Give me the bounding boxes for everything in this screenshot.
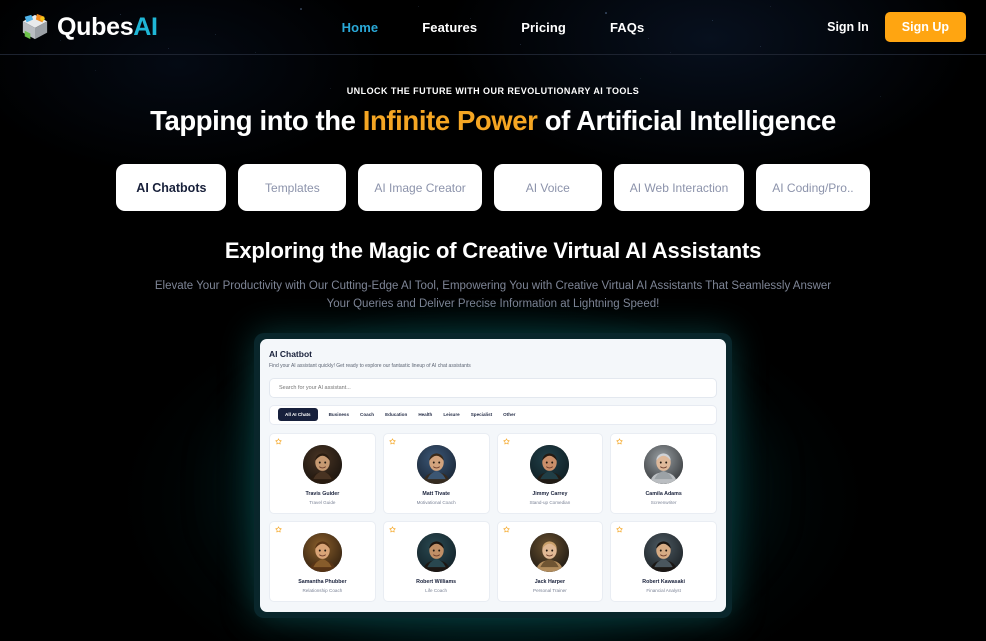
section-subtitle: Elevate Your Productivity with Our Cutti… <box>154 280 832 311</box>
headline-part-1: Tapping into the <box>150 105 363 136</box>
tab-ai-coding[interactable]: AI Coding/Pro.. <box>756 164 870 211</box>
assistant-name: Robert Kawasaki <box>642 578 685 585</box>
brand-logo[interactable]: QubesAI <box>20 13 270 41</box>
nav-item-faqs[interactable]: FAQs <box>610 20 644 35</box>
assistants-grid: Travis Guider Travel Guide Matt Tivate Moti… <box>269 432 717 602</box>
tab-templates[interactable]: Templates <box>238 164 347 211</box>
tab-ai-voice[interactable]: AI Voice <box>493 164 602 211</box>
assistant-name: Matt Tivate <box>422 490 450 497</box>
brand-name-accent: AI <box>133 12 158 41</box>
sign-up-button[interactable]: Sign Up <box>884 12 966 42</box>
category-tabs: AI Chatbots Templates AI Image Creator A… <box>0 164 986 211</box>
app-title: AI Chatbot <box>269 348 312 359</box>
assistant-card[interactable]: Jack Harper Personal Trainer <box>496 520 604 602</box>
search-input[interactable] <box>279 384 707 391</box>
app-frame: AI Chatbot Find your AI assistant quickl… <box>254 332 732 618</box>
app-panel: AI Chatbot Find your AI assistant quickl… <box>260 338 726 612</box>
brand-name-main: Qubes <box>57 12 134 41</box>
filter-chip-leisure[interactable]: Leisure <box>443 412 459 417</box>
filter-chip-business[interactable]: Business <box>329 412 349 417</box>
star-icon[interactable] <box>389 526 396 533</box>
tab-ai-chatbots[interactable]: AI Chatbots <box>116 164 227 211</box>
star-icon[interactable] <box>616 526 623 533</box>
filter-chip-specialist[interactable]: Specialist <box>471 412 492 417</box>
headline-highlight: Infinite Power <box>362 105 538 136</box>
search-box[interactable] <box>269 377 717 398</box>
nav-item-home[interactable]: Home <box>342 20 379 35</box>
assistant-card[interactable]: Samantha Phubber Relationship Coach <box>269 520 376 602</box>
assistant-role: Relationship Coach <box>302 587 343 593</box>
filter-chip-other[interactable]: Other <box>503 412 515 417</box>
assistant-role: Motivational Coach <box>416 499 456 505</box>
assistant-role: Travel Guide <box>309 499 336 505</box>
avatar <box>530 444 570 484</box>
avatar <box>416 532 456 572</box>
filter-chip-all-ai-chats[interactable]: All AI Chats <box>278 408 318 422</box>
assistant-name: Jack Harper <box>534 578 566 585</box>
assistant-card[interactable]: Jimmy Carrey Stand-up Comedian <box>496 432 604 514</box>
avatar <box>302 532 342 572</box>
assistant-card[interactable]: Robert Williams Life Coach <box>382 520 490 602</box>
assistant-role: Screenwriter <box>650 499 677 505</box>
brand-name: QubesAI <box>57 12 158 41</box>
assistant-card[interactable]: Travis Guider Travel Guide <box>269 432 376 514</box>
assistant-card[interactable]: Camila Adams Screenwriter <box>610 432 717 514</box>
sign-in-link[interactable]: Sign In <box>827 20 869 34</box>
auth-actions: Sign In Sign Up <box>716 12 966 42</box>
site-header: QubesAI Home Features Pricing FAQs Sign … <box>0 0 986 55</box>
section-heading: Exploring the Magic of Creative Virtual … <box>0 238 986 314</box>
page-title: Tapping into the Infinite Power of Artif… <box>0 105 986 137</box>
tab-ai-web-interaction[interactable]: AI Web Interaction <box>613 164 745 211</box>
assistant-card[interactable]: Matt Tivate Motivational Coach <box>382 432 490 514</box>
assistant-card[interactable]: Robert Kawasaki Financial Analyst <box>610 520 717 602</box>
assistant-name: Samantha Phubber <box>298 578 347 585</box>
star-icon[interactable] <box>616 438 623 445</box>
star-icon[interactable] <box>389 438 396 445</box>
page-root: QubesAI Home Features Pricing FAQs Sign … <box>0 0 986 641</box>
star-icon[interactable] <box>275 526 282 533</box>
assistant-role: Personal Trainer <box>533 587 567 593</box>
star-icon[interactable] <box>502 438 510 445</box>
assistant-name: Robert Williams <box>416 578 457 585</box>
app-preview: AI Chatbot Find your AI assistant quickl… <box>194 302 792 641</box>
filter-chip-coach[interactable]: Coach <box>360 412 374 417</box>
nav-item-pricing[interactable]: Pricing <box>521 20 566 35</box>
assistant-name: Camila Adams <box>645 490 682 497</box>
assistant-name: Travis Guider <box>305 490 340 497</box>
assistant-role: Life Coach <box>425 587 448 593</box>
avatar <box>530 532 570 572</box>
avatar <box>416 444 456 484</box>
avatar <box>644 532 684 572</box>
tab-ai-image-creator[interactable]: AI Image Creator <box>358 164 482 211</box>
section-title: Exploring the Magic of Creative Virtual … <box>224 238 762 263</box>
assistant-role: Stand-up Comedian <box>529 499 571 505</box>
assistant-name: Jimmy Carrey <box>532 490 568 497</box>
star-icon[interactable] <box>275 438 282 445</box>
cube-icon <box>22 13 48 40</box>
star-icon[interactable] <box>502 526 510 533</box>
nav-item-features[interactable]: Features <box>422 20 477 35</box>
avatar <box>644 444 684 484</box>
app-subtitle: Find your AI assistant quickly! Get read… <box>269 362 471 369</box>
hero-eyebrow: UNLOCK THE FUTURE WITH OUR REVOLUTIONARY… <box>346 86 640 96</box>
hero-section: UNLOCK THE FUTURE WITH OUR REVOLUTIONARY… <box>0 55 986 137</box>
avatar <box>302 444 342 484</box>
filter-chip-health[interactable]: Health <box>418 412 432 417</box>
assistant-role: Financial Analyst <box>646 587 681 593</box>
main-nav: Home Features Pricing FAQs <box>270 20 716 35</box>
filter-chips: All AI Chats Business Coach Education Health… <box>269 404 717 425</box>
filter-chip-education[interactable]: Education <box>385 412 407 417</box>
headline-part-2: of Artificial Intelligence <box>537 105 837 136</box>
